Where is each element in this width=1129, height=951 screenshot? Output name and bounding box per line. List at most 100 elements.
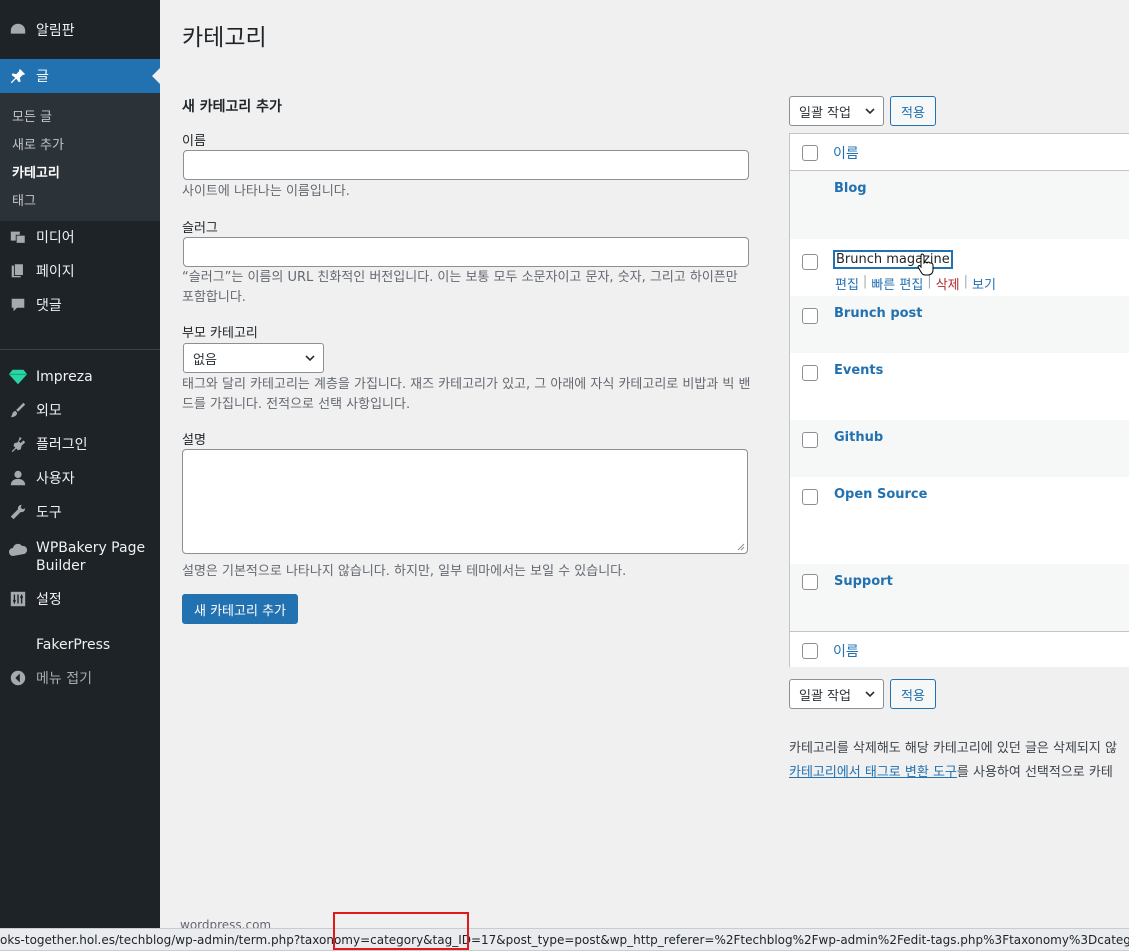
table-row: Brunch post bbox=[790, 296, 1129, 353]
menu-label: 미디어 bbox=[36, 230, 75, 246]
delete-note: 카테고리를 삭제해도 해당 카테고리에 있던 글은 삭제되지 않 bbox=[789, 741, 1117, 756]
apply-button-top[interactable]: 적용 bbox=[890, 96, 936, 126]
menu-item-posts[interactable]: 글 bbox=[0, 59, 160, 93]
admin-sidebar: 알림판 글 모든 글 새로 추가 카테고리 태그 미디어 페이지 댓글 Impr… bbox=[0, 0, 160, 951]
category-title-link[interactable]: Blog bbox=[834, 181, 867, 196]
menu-label: 댓글 bbox=[36, 298, 62, 314]
submenu-add-new[interactable]: 새로 추가 bbox=[12, 134, 64, 153]
pin-icon bbox=[8, 66, 28, 86]
menu-label: 플러그인 bbox=[36, 437, 88, 453]
table-row: Brunch magazine 편집 | 빠른 편집 | 삭제 | 보기 bbox=[790, 239, 1129, 296]
menu-label: 도구 bbox=[36, 505, 62, 521]
menu-label: WPBakery Page Builder bbox=[36, 540, 146, 574]
menu-item-appearance[interactable]: 외모 bbox=[0, 393, 160, 427]
column-name-header[interactable]: 이름 bbox=[833, 143, 859, 163]
category-title-link[interactable]: Github bbox=[834, 430, 883, 445]
menu-item-tools[interactable]: 도구 bbox=[0, 495, 160, 529]
menu-item-dashboard[interactable]: 알림판 bbox=[0, 13, 160, 47]
category-title-link[interactable]: Events bbox=[834, 363, 883, 378]
convert-note: 카테고리에서 태그로 변환 도구를 사용하여 선택적으로 카테 bbox=[789, 761, 1113, 780]
row-checkbox[interactable] bbox=[802, 254, 818, 270]
parent-category-label: 부모 카테고리 bbox=[182, 326, 258, 341]
submenu-categories[interactable]: 카테고리 bbox=[12, 162, 60, 181]
menu-label: 페이지 bbox=[36, 264, 75, 280]
browser-status-bar: oks-together.hol.es/techblog/wp-admin/te… bbox=[0, 928, 1129, 951]
menu-separator bbox=[0, 349, 160, 350]
submenu-tags[interactable]: 태그 bbox=[12, 190, 36, 209]
menu-item-settings[interactable]: 설정 bbox=[0, 582, 160, 616]
select-all-checkbox[interactable] bbox=[802, 145, 818, 161]
menu-label: 사용자 bbox=[36, 471, 75, 487]
apply-button-bottom[interactable]: 적용 bbox=[890, 679, 936, 709]
category-title-link[interactable]: Brunch post bbox=[834, 306, 923, 321]
row-actions: 편집 | 빠른 편집 | 삭제 | 보기 bbox=[835, 274, 996, 293]
name-label: 이름 bbox=[182, 134, 206, 149]
slug-label: 슬러그 bbox=[182, 221, 218, 236]
chevron-down-icon bbox=[305, 355, 315, 362]
row-checkbox[interactable] bbox=[802, 574, 818, 590]
settings-icon bbox=[8, 589, 28, 609]
menu-item-pages[interactable]: 페이지 bbox=[0, 254, 160, 288]
row-checkbox[interactable] bbox=[802, 489, 818, 505]
select-all-checkbox-bottom[interactable] bbox=[802, 643, 818, 659]
resize-handle-icon[interactable] bbox=[737, 543, 745, 551]
fakerpress-blank-icon bbox=[8, 635, 28, 655]
page-icon bbox=[8, 261, 28, 281]
menu-item-comments[interactable]: 댓글 bbox=[0, 288, 160, 322]
convert-note-rest: 를 사용하여 선택적으로 카테 bbox=[956, 765, 1113, 780]
table-row: Open Source bbox=[790, 477, 1129, 564]
parent-category-select[interactable]: 없음 bbox=[183, 343, 324, 373]
menu-item-media[interactable]: 미디어 bbox=[0, 220, 160, 254]
action-separator: | bbox=[862, 274, 868, 289]
media-icon bbox=[8, 227, 28, 247]
edit-link[interactable]: 편집 bbox=[835, 274, 859, 293]
category-to-tag-converter-link[interactable]: 카테고리에서 태그로 변환 도구 bbox=[789, 765, 957, 780]
brush-icon bbox=[8, 400, 28, 420]
menu-item-fakerpress[interactable]: FakerPress bbox=[0, 628, 160, 662]
slug-input[interactable] bbox=[183, 237, 749, 267]
description-textarea[interactable] bbox=[182, 449, 748, 554]
collapse-menu-button[interactable]: 메뉴 접기 bbox=[0, 661, 160, 695]
table-row: Blog bbox=[790, 171, 1129, 239]
parent-category-value: 없음 bbox=[193, 352, 217, 368]
highlight-annotation-box bbox=[333, 912, 469, 950]
menu-item-users[interactable]: 사용자 bbox=[0, 461, 160, 495]
category-title-link[interactable]: Open Source bbox=[834, 487, 927, 502]
menu-label: 메뉴 접기 bbox=[36, 671, 92, 687]
chevron-down-icon bbox=[865, 691, 875, 698]
table-footer: 이름 bbox=[790, 631, 1129, 667]
plugin-icon bbox=[8, 434, 28, 454]
diamond-icon bbox=[8, 367, 28, 387]
delete-link[interactable]: 삭제 bbox=[936, 274, 960, 293]
collapse-icon bbox=[8, 668, 28, 688]
submenu-all-posts[interactable]: 모든 글 bbox=[12, 106, 52, 125]
bulk-action-select-bottom[interactable]: 일괄 작업 bbox=[789, 679, 884, 709]
add-category-button[interactable]: 새 카테고리 추가 bbox=[182, 594, 298, 624]
bulk-action-value: 일괄 작업 bbox=[799, 688, 851, 704]
menu-item-impreza[interactable]: Impreza bbox=[0, 360, 160, 394]
hand-cursor-icon bbox=[917, 253, 934, 276]
slug-help: “슬러그”는 이름의 URL 친화적인 버전입니다. 이는 보통 모두 소문자이… bbox=[182, 270, 738, 305]
add-category-title: 새 카테고리 추가 bbox=[182, 99, 282, 115]
table-header: 이름 bbox=[790, 134, 1129, 171]
bulk-action-value: 일괄 작업 bbox=[799, 105, 851, 121]
parent-category-help: 태그와 달리 카테고리는 계층을 가집니다. 재즈 카테고리가 있고, 그 아래… bbox=[182, 377, 751, 412]
wrench-icon bbox=[8, 502, 28, 522]
user-icon bbox=[8, 468, 28, 488]
name-input[interactable] bbox=[183, 150, 749, 180]
row-checkbox[interactable] bbox=[802, 365, 818, 381]
category-title-link[interactable]: Support bbox=[834, 574, 893, 589]
description-help: 설명은 기본적으로 나타나지 않습니다. 하지만, 일부 테마에서는 보일 수 … bbox=[182, 564, 627, 579]
menu-label: 알림판 bbox=[36, 23, 75, 39]
menu-label: 외모 bbox=[36, 403, 62, 419]
bulk-action-select-top[interactable]: 일괄 작업 bbox=[789, 96, 884, 126]
menu-item-plugins[interactable]: 플러그인 bbox=[0, 427, 160, 461]
row-checkbox[interactable] bbox=[802, 308, 818, 324]
column-name-footer[interactable]: 이름 bbox=[833, 641, 859, 661]
menu-item-wpbakery[interactable]: WPBakery Page Builder bbox=[0, 539, 160, 579]
quick-edit-link[interactable]: 빠른 편집 bbox=[871, 274, 923, 293]
row-checkbox[interactable] bbox=[802, 432, 818, 448]
action-separator: | bbox=[927, 274, 932, 289]
table-row: Github bbox=[790, 420, 1129, 477]
view-link[interactable]: 보기 bbox=[972, 274, 996, 293]
